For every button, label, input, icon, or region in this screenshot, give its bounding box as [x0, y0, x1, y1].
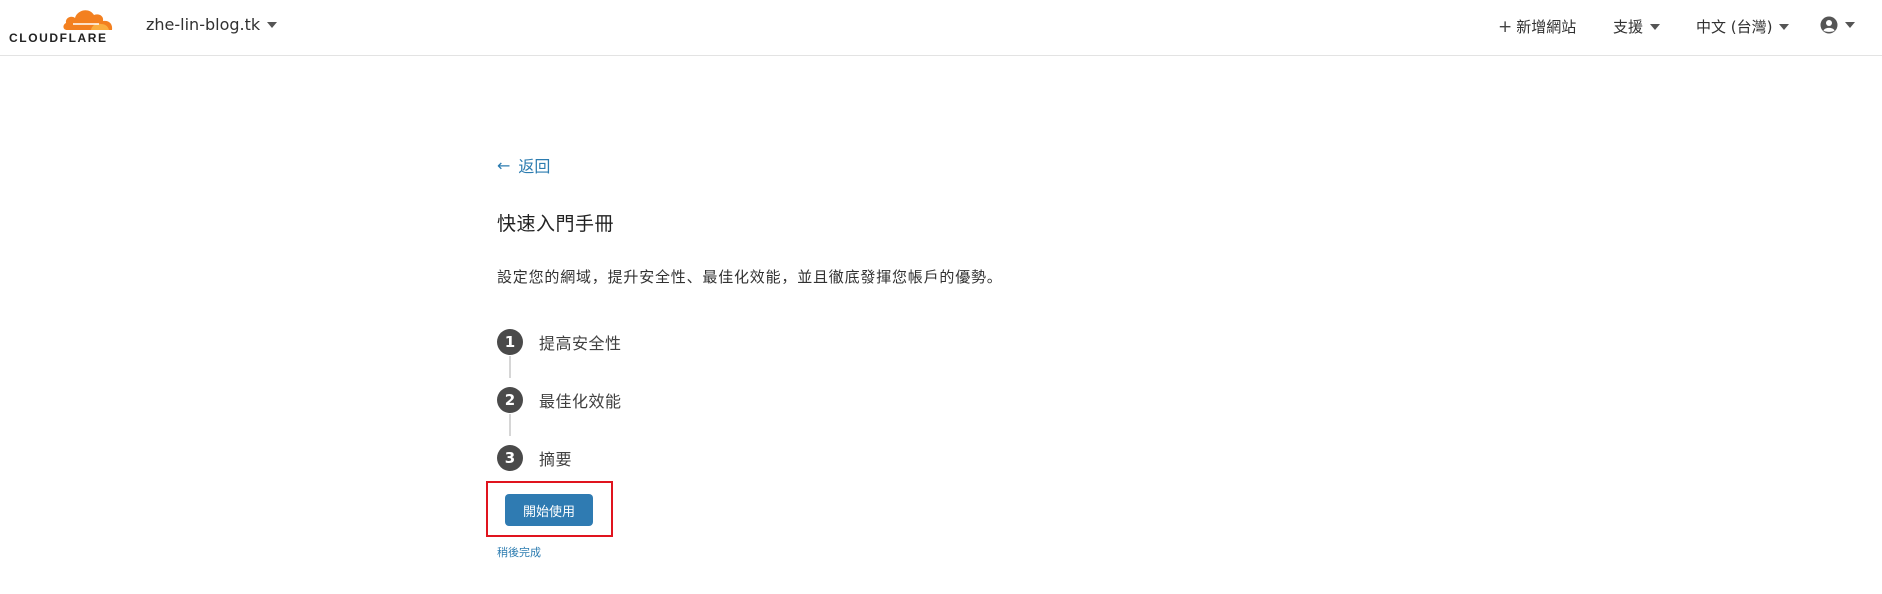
- language-label: 中文 (台灣): [1696, 18, 1773, 36]
- back-link[interactable]: ← 返回: [497, 153, 550, 177]
- step-number: 2: [497, 387, 523, 413]
- cloudflare-logo[interactable]: CLOUDFLARE: [9, 6, 117, 46]
- finish-later-link[interactable]: 稍後完成: [497, 544, 541, 560]
- top-navigation-bar: CLOUDFLARE zhe-lin-blog.tk + 新增網站 支援 中文 …: [0, 0, 1882, 56]
- arrow-left-icon: ←: [497, 155, 511, 175]
- domain-name: zhe-lin-blog.tk: [146, 15, 261, 34]
- cloudflare-cloud-icon: [63, 10, 113, 30]
- domain-dropdown[interactable]: zhe-lin-blog.tk: [146, 15, 278, 34]
- account-dropdown[interactable]: [1820, 16, 1855, 34]
- step-label: 提高安全性: [539, 334, 622, 353]
- step-connector: [509, 414, 511, 436]
- caret-down-icon: [267, 21, 278, 28]
- caret-down-icon: [1650, 23, 1661, 30]
- step-connector: [509, 356, 511, 378]
- step-item-security: 1 提高安全性: [497, 329, 622, 355]
- page-description: 設定您的網域，提升安全性、最佳化效能，並且徹底發揮您帳戶的優勢。: [497, 268, 1003, 286]
- support-dropdown[interactable]: 支援: [1613, 16, 1661, 37]
- support-label: 支援: [1613, 18, 1644, 36]
- back-label: 返回: [518, 157, 551, 176]
- user-circle-icon: [1820, 16, 1838, 34]
- add-site-button[interactable]: + 新增網站: [1498, 16, 1576, 37]
- caret-down-icon: [1845, 22, 1855, 28]
- step-label: 摘要: [539, 450, 573, 469]
- logo-text: CLOUDFLARE: [9, 31, 108, 45]
- step-item-performance: 2 最佳化效能: [497, 387, 622, 413]
- caret-down-icon: [1779, 23, 1790, 30]
- get-started-button[interactable]: 開始使用: [505, 494, 593, 526]
- language-dropdown[interactable]: 中文 (台灣): [1696, 16, 1790, 37]
- step-number: 1: [497, 329, 523, 355]
- plus-icon: +: [1498, 16, 1513, 37]
- page-title: 快速入門手冊: [497, 213, 615, 235]
- step-item-summary: 3 摘要: [497, 445, 572, 471]
- step-number: 3: [497, 445, 523, 471]
- step-label: 最佳化效能: [539, 392, 622, 411]
- add-site-label: 新增網站: [1516, 18, 1577, 36]
